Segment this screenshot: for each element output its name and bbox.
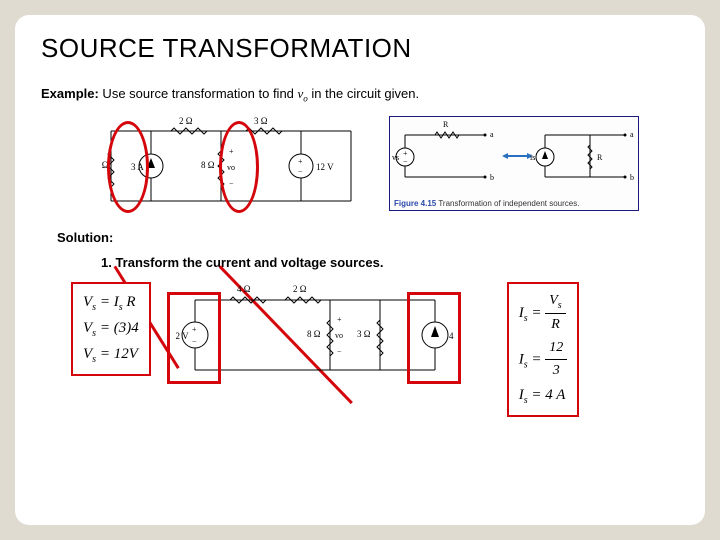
r-left-label: 4 Ω [101, 160, 109, 170]
solution-label: Solution: [57, 230, 679, 245]
ref-a2: a [630, 130, 634, 139]
svg-text:−: − [403, 157, 408, 166]
svg-text:−: − [337, 347, 342, 356]
svg-text:−: − [298, 167, 303, 176]
c2-rtop1: 4 Ω [237, 284, 251, 294]
eq-left-3: Vs = 12V [83, 342, 139, 368]
eq-left-1: Vs = Is R [83, 290, 139, 316]
circuit-original-svg: 4 Ω 3 A 2 Ω 3 Ω 8 Ω + vo − + − 12 V [101, 116, 361, 216]
reference-figure: R a + − vs b a is [389, 116, 639, 211]
r-mid-label: 8 Ω [201, 160, 215, 170]
i-src-label: 3 A [131, 162, 144, 172]
svg-text:+: + [298, 157, 303, 166]
equation-box-right: Is = VsR Is = 123 Is = 4 A [507, 282, 580, 417]
ref-caption: Figure 4.15 Transformation of independen… [394, 199, 579, 208]
figure-row-2: Vs = Is R Vs = (3)4 Vs = 12V 4 Ω 2 Ω + −… [71, 282, 679, 417]
vo-label: vo [227, 163, 235, 172]
eq-left-2: Vs = (3)4 [83, 316, 139, 342]
ref-b2: b [630, 173, 634, 182]
slide: SOURCE TRANSFORMATION Example: Use sourc… [15, 15, 705, 525]
c2-rtop2: 2 Ω [293, 284, 307, 294]
circuit-original: 4 Ω 3 A 2 Ω 3 Ω 8 Ω + vo − + − 12 V [101, 116, 361, 216]
r-top2-label: 3 Ω [254, 116, 268, 126]
figure-row-1: 4 Ω 3 A 2 Ω 3 Ω 8 Ω + vo − + − 12 V [101, 116, 679, 216]
svg-text:+: + [229, 147, 234, 156]
ref-vs: vs [392, 153, 399, 162]
c2-rright: 3 Ω [357, 329, 371, 339]
c2-rmid: 8 Ω [307, 329, 321, 339]
v-right-label: 12 V [316, 162, 334, 172]
example-prefix: Example: [41, 86, 99, 101]
ref-a1: a [490, 130, 494, 139]
slide-title: SOURCE TRANSFORMATION [41, 33, 679, 64]
example-text-2: in the circuit given. [308, 86, 419, 101]
equation-box-left: Vs = Is R Vs = (3)4 Vs = 12V [71, 282, 151, 376]
r-top1-label: 2 Ω [179, 116, 193, 126]
example-line: Example: Use source transformation to fi… [41, 86, 679, 104]
step-1: 1. Transform the current and voltage sou… [101, 255, 679, 270]
circuit-transformed: 4 Ω 2 Ω + − 12 V 8 Ω + vo − 3 Ω [175, 282, 455, 397]
c2-vnode: vo [335, 331, 343, 340]
c2-iright: 4 A [449, 331, 455, 341]
svg-text:+: + [192, 325, 197, 334]
svg-text:−: − [192, 337, 197, 346]
ref-R2: R [597, 153, 603, 162]
c2-vleft: 12 V [175, 331, 189, 341]
ref-is: is [530, 153, 535, 162]
reference-svg: R a + − vs b a is [390, 117, 640, 212]
svg-text:−: − [229, 179, 234, 188]
eq-right-2: Is = 123 [519, 337, 568, 383]
eq-right-1: Is = VsR [519, 290, 568, 337]
svg-text:+: + [337, 315, 342, 324]
circuit-transformed-svg: 4 Ω 2 Ω + − 12 V 8 Ω + vo − 3 Ω [175, 282, 455, 392]
example-text-1: Use source transformation to find [99, 86, 298, 101]
ref-b1: b [490, 173, 494, 182]
ref-R1: R [443, 120, 449, 129]
example-variable: vo [298, 86, 308, 101]
eq-right-3: Is = 4 A [519, 383, 568, 409]
